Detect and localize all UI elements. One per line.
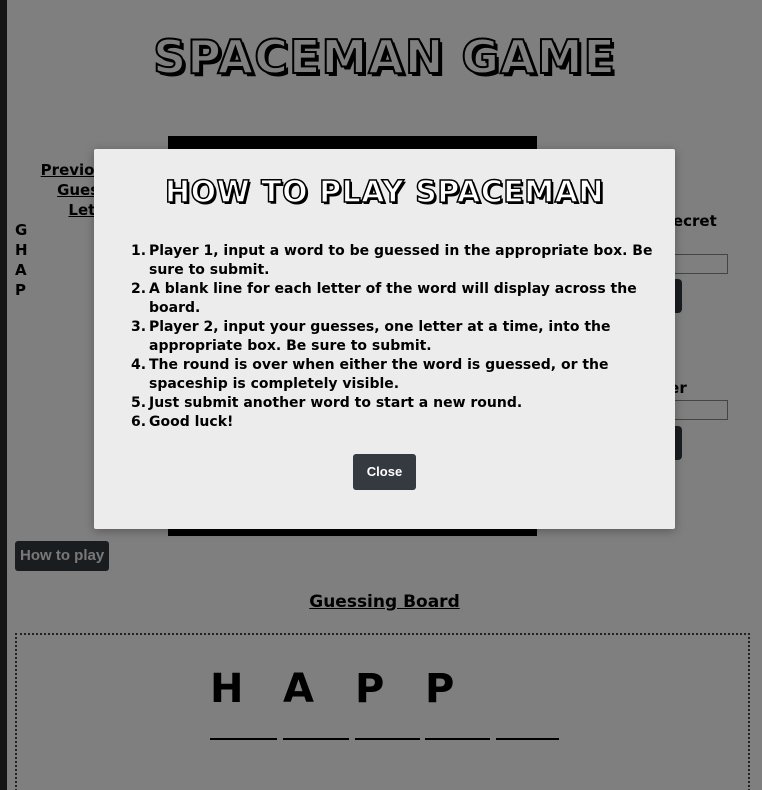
instruction-text: The round is over when either the word i… (149, 357, 609, 392)
instruction-item: 4. The round is over when either the wor… (131, 356, 659, 394)
instruction-text: Player 2, input your guesses, one letter… (149, 319, 611, 354)
instruction-item: 6. Good luck! (131, 413, 659, 432)
instruction-item: 3. Player 2, input your guesses, one let… (131, 318, 659, 356)
modal-title: HOW TO PLAY SPACEMAN (164, 174, 604, 211)
instruction-number: 3. (131, 319, 147, 335)
close-button[interactable]: Close (353, 454, 416, 490)
instruction-number: 4. (131, 357, 147, 373)
instruction-text: Good luck! (149, 414, 234, 430)
instruction-text: Player 1, input a word to be guessed in … (149, 243, 653, 278)
instruction-number: 2. (131, 281, 147, 297)
how-to-play-modal: HOW TO PLAY SPACEMAN 1. Player 1, input … (94, 149, 675, 529)
instruction-item: 5. Just submit another word to start a n… (131, 394, 659, 413)
instruction-text: A blank line for each letter of the word… (149, 281, 637, 316)
instruction-number: 6. (131, 414, 147, 430)
instruction-number: 1. (131, 243, 147, 259)
instruction-text: Just submit another word to start a new … (149, 395, 523, 411)
instruction-item: 1. Player 1, input a word to be guessed … (131, 242, 659, 280)
instruction-number: 5. (131, 395, 147, 411)
instructions-list: 1. Player 1, input a word to be guessed … (131, 242, 659, 432)
instruction-item: 2. A blank line for each letter of the w… (131, 280, 659, 318)
